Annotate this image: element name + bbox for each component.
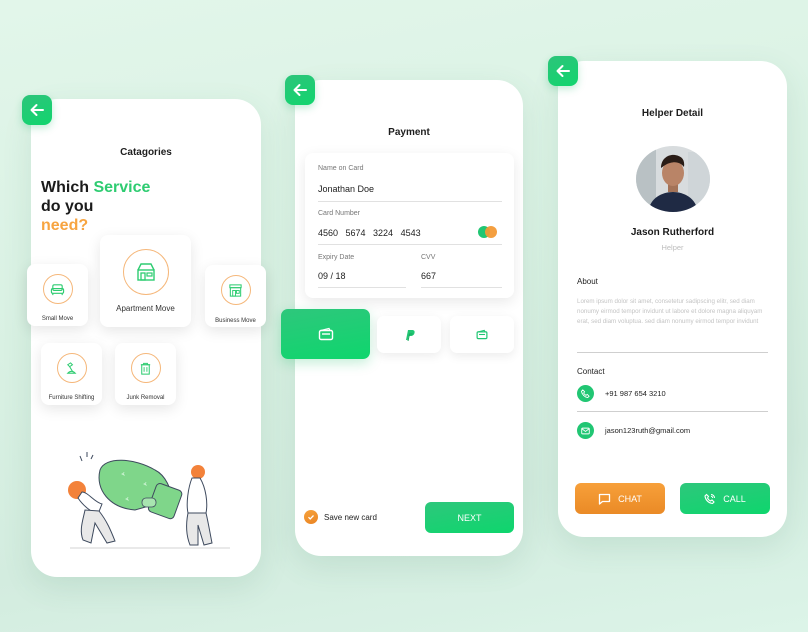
name-on-card-label: Name on Card [318,165,364,172]
call-button[interactable]: CALL [680,483,770,514]
lamp-icon [66,361,77,374]
cvv-input[interactable]: 667 [421,271,436,281]
about-heading: About [577,277,598,286]
card-number-label: Card Number [318,210,361,217]
paypal-icon [406,329,415,341]
storefront-icon [229,283,242,297]
screen-title: Catagories [120,147,172,158]
arrow-left-icon [293,84,307,96]
back-button[interactable] [548,56,578,86]
screen-title: Payment [388,127,430,138]
category-label: Business Move [215,318,256,324]
headline-highlight: Service [93,179,151,196]
expiry-date-label: Expiry Date [318,254,355,261]
wallet-icon [476,329,488,340]
payment-method-wallet[interactable] [450,316,514,353]
save-card-checkbox[interactable] [304,510,318,524]
chat-button[interactable]: CHAT [575,483,665,514]
card-number-input[interactable]: 4560 5674 3224 4543 [318,228,421,238]
category-junk-removal[interactable]: Junk Removal [115,343,176,405]
mail-icon [581,427,590,434]
wallet-card-icon [318,327,333,341]
trash-icon [140,362,151,375]
save-card-label: Save new card [324,512,377,522]
cvv-label: CVV [421,254,436,261]
divider [318,244,502,245]
mastercard-icon [478,226,497,238]
category-apartment-move[interactable]: Apartment Move [100,235,191,327]
helper-role: Helper [661,243,684,252]
contact-heading: Contact [577,367,605,376]
headline-text: Which [41,179,94,196]
category-label: Small Move [41,316,74,322]
divider [421,287,502,288]
about-text: Lorem ipsum dolor sit amet, consetetur s… [577,298,763,325]
category-furniture-shifting[interactable]: Furniture Shifting [41,343,102,405]
house-icon [136,263,155,281]
back-button[interactable] [22,95,52,125]
category-label: Furniture Shifting [48,395,95,401]
category-label: Apartment Move [116,304,175,313]
next-button[interactable]: NEXT [425,502,514,533]
helper-photo [636,146,710,212]
divider [577,352,768,353]
chat-label: CHAT [618,493,642,504]
divider [318,287,406,288]
avatar [636,146,710,212]
checkmark-icon [308,515,314,520]
screen-title: Helper Detail [641,108,704,119]
headline-highlight: need? [41,217,89,234]
headline: Which Service do you need? [41,178,150,235]
phone-number[interactable]: +91 987 654 3210 [605,389,666,398]
headline-text: do you [41,198,94,215]
name-on-card-input[interactable]: Jonathan Doe [318,184,374,194]
payment-method-paypal[interactable] [377,316,441,353]
phone-call-icon [704,493,716,504]
divider [318,201,502,202]
payment-method-card[interactable] [281,309,370,359]
helper-name: Jason Rutherford [630,227,715,238]
movers-illustration [68,452,230,549]
contact-phone[interactable]: +91 987 654 3210 [577,385,666,402]
email-address[interactable]: jason123ruth@gmail.com [605,426,690,435]
divider [577,411,768,412]
expiry-date-input[interactable]: 09 / 18 [318,271,346,281]
category-business-move[interactable]: Business Move [205,265,266,327]
category-small-move[interactable]: Small Move [27,264,88,326]
arrow-left-icon [556,65,570,77]
call-label: CALL [723,493,746,504]
back-button[interactable] [285,75,315,105]
phone-icon [581,389,590,398]
chat-bubble-icon [598,493,611,505]
sofa-icon [50,283,65,295]
category-label: Junk Removal [126,395,165,401]
contact-email[interactable]: jason123ruth@gmail.com [577,422,690,439]
arrow-left-icon [30,104,44,116]
save-card-row[interactable]: Save new card [304,510,377,524]
